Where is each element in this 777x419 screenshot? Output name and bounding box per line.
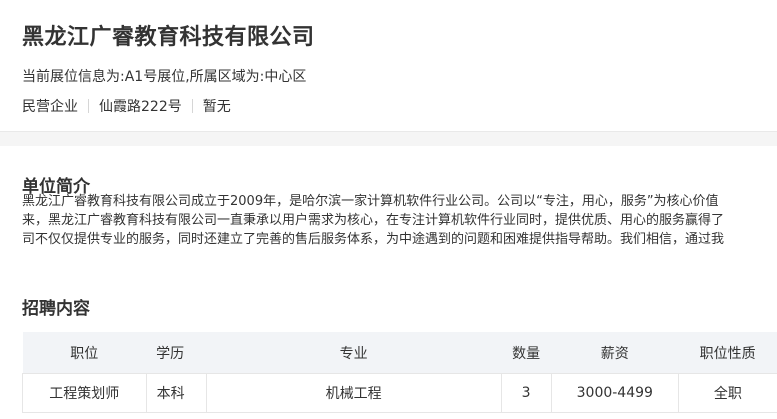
recruit-title: 招聘内容 (22, 299, 90, 319)
company-meta: 民营企业 仙霞路222号 暂无 (22, 96, 231, 116)
table-row[interactable]: 工程策划师 本科 机械工程 3 3000-4499 全职 (22, 373, 777, 413)
column-header-position: 职位 (22, 332, 147, 374)
job-salary: 3000-4499 (550, 373, 679, 413)
intro-line: 来，黑龙江广睿教育科技有限公司一直秉承以用户需求为核心，在专注计算机软件行业同时… (22, 213, 725, 228)
job-type: 全职 (677, 373, 777, 413)
job-education: 本科 (145, 373, 207, 413)
intro-body: 黑龙江广睿教育科技有限公司成立于2009年，是哈尔滨一家计算机软件行业公司。公司… (22, 192, 777, 249)
company-type: 民营企业 (22, 99, 78, 115)
company-extra: 暂无 (202, 99, 231, 115)
table-header-row: 职位 学历 专业 数量 薪资 职位性质 (22, 332, 777, 374)
company-address: 仙霞路222号 (99, 99, 182, 115)
company-header: 黑龙江广睿教育科技有限公司 当前展位信息为:A1号展位,所属区域为:中心区 民营… (0, 0, 777, 132)
divider (191, 99, 193, 113)
job-count: 3 (500, 373, 552, 413)
column-header-major: 专业 (206, 332, 502, 374)
intro-line: 司不仅仅提供专业的服务，同时还建立了完善的售后服务体系，为中途遇到的问题和困难提… (22, 232, 725, 247)
column-header-salary: 薪资 (551, 332, 679, 374)
job-position: 工程策划师 (22, 373, 147, 413)
booth-info: 当前展位信息为:A1号展位,所属区域为:中心区 (22, 69, 307, 85)
column-header-education: 学历 (146, 332, 207, 374)
column-header-count: 数量 (501, 332, 552, 374)
job-table: 职位 学历 专业 数量 薪资 职位性质 工程策划师 本科 机械工程 3 3000… (22, 332, 777, 413)
company-name: 黑龙江广睿教育科技有限公司 (22, 25, 315, 50)
intro-line: 黑龙江广睿教育科技有限公司成立于2009年，是哈尔滨一家计算机软件行业公司。公司… (22, 194, 719, 209)
column-header-job-type: 职位性质 (678, 332, 777, 374)
job-major: 机械工程 (205, 373, 502, 413)
divider (88, 99, 89, 113)
section-gap (0, 132, 777, 146)
company-intro-section: 单位简介 黑龙江广睿教育科技有限公司成立于2009年，是哈尔滨一家计算机软件行业… (0, 146, 777, 419)
